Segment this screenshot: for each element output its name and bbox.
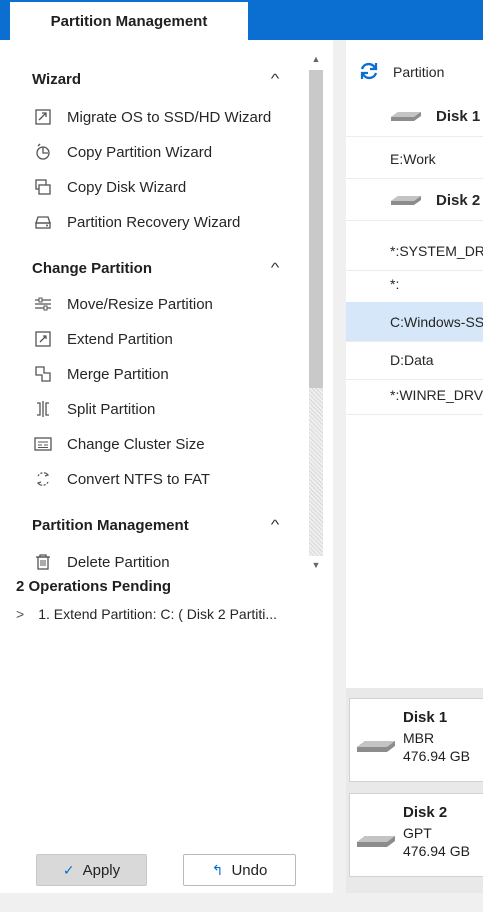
row-label: C:Windows-SSD	[390, 313, 483, 330]
panel-divider[interactable]	[333, 40, 346, 912]
sidebar-item-split[interactable]: Split Partition	[32, 396, 155, 422]
sidebar-item-label: Partition Recovery Wizard	[67, 213, 241, 231]
sidebar-item-label: Delete Partition	[67, 553, 170, 571]
sidebar-item-extend[interactable]: Extend Partition	[32, 326, 173, 352]
collapse-caret-icon[interactable]: ^	[271, 260, 280, 275]
trash-icon	[32, 553, 54, 571]
apply-button[interactable]: ✓ Apply	[36, 854, 147, 886]
section-title-partition-management[interactable]: Partition Management	[32, 517, 189, 534]
table-row[interactable]: E:Work	[346, 139, 483, 179]
copy-disk-icon	[32, 178, 54, 196]
sidebar-item-merge[interactable]: Merge Partition	[32, 361, 169, 387]
undo-icon: ↰	[211, 861, 224, 878]
sidebar-item-label: Change Cluster Size	[67, 435, 205, 453]
split-icon	[32, 400, 54, 418]
sidebar-item-delete-partition[interactable]: Delete Partition	[32, 549, 170, 575]
cluster-size-icon	[32, 435, 54, 453]
sidebar-item-move-resize[interactable]: Move/Resize Partition	[32, 291, 213, 317]
disk-map-card-disk-2[interactable]: Disk 2 GPT 476.94 GB	[349, 793, 483, 877]
row-label: E:Work	[390, 150, 436, 167]
disk-map-card-disk-1[interactable]: Disk 1 MBR 476.94 GB	[349, 698, 483, 782]
section-title-wizard[interactable]: Wizard	[32, 71, 81, 88]
scroll-thumb[interactable]	[309, 70, 323, 388]
column-header-partition[interactable]: Partition	[393, 64, 444, 80]
disk-icon	[390, 193, 422, 209]
table-row[interactable]: D:Data	[346, 340, 483, 380]
disk-icon	[390, 109, 422, 125]
table-row[interactable]: *:WINRE_DRV	[346, 375, 483, 415]
sidebar-scrollbar[interactable]: ▲ ▼	[306, 50, 326, 575]
row-label: Disk 1	[436, 108, 481, 125]
collapse-caret-icon[interactable]: ^	[271, 71, 280, 86]
tab-partition-management[interactable]: Partition Management	[10, 2, 248, 40]
move-resize-icon	[32, 295, 54, 313]
chevron-right-icon[interactable]: >	[16, 606, 24, 622]
status-strip	[0, 893, 483, 912]
disk-size: 476.94 GB	[403, 843, 470, 859]
disk-type: GPT	[403, 825, 432, 841]
pending-operation-label: 1. Extend Partition: C: ( Disk 2 Partiti…	[38, 606, 278, 622]
table-row-disk-2[interactable]: Disk 2	[346, 181, 483, 221]
sidebar-item-label: Migrate OS to SSD/HD Wizard	[67, 108, 272, 126]
sidebar-item-copy-disk[interactable]: Copy Disk Wizard	[32, 174, 186, 200]
sidebar-item-migrate-os[interactable]: Migrate OS to SSD/HD Wizard	[32, 104, 271, 130]
partition-recovery-icon	[32, 213, 54, 231]
disk-icon	[356, 739, 396, 756]
disk-name: Disk 2	[403, 804, 448, 821]
copy-partition-icon	[32, 143, 54, 161]
sidebar-item-label: Split Partition	[67, 400, 156, 418]
sidebar-item-label: Move/Resize Partition	[67, 295, 213, 313]
migrate-icon	[32, 108, 54, 126]
sidebar-item-label: Merge Partition	[67, 365, 169, 383]
refresh-icon[interactable]	[358, 60, 380, 82]
pending-operation-item[interactable]: > 1. Extend Partition: C: ( Disk 2 Parti…	[16, 606, 277, 622]
sidebar-item-convert-ntfs-fat[interactable]: Convert NTFS to FAT	[32, 466, 210, 492]
sidebar-item-copy-partition[interactable]: Copy Partition Wizard	[32, 139, 212, 165]
sidebar-item-cluster-size[interactable]: Change Cluster Size	[32, 431, 205, 457]
check-icon: ✓	[62, 861, 75, 878]
scroll-down-icon[interactable]: ▼	[306, 560, 326, 570]
disk-name: Disk 1	[403, 709, 448, 726]
row-label: *:SYSTEM_DRV	[390, 242, 483, 259]
pending-operations-title: 2 Operations Pending	[16, 578, 172, 595]
sidebar-item-partition-recovery[interactable]: Partition Recovery Wizard	[32, 209, 240, 235]
merge-icon	[32, 365, 54, 383]
sidebar-item-label: Copy Partition Wizard	[67, 143, 213, 161]
table-row[interactable]: *:	[346, 264, 483, 304]
disk-size: 476.94 GB	[403, 748, 470, 764]
row-label: Disk 2	[436, 192, 481, 209]
convert-icon	[32, 470, 54, 488]
scroll-up-icon[interactable]: ▲	[306, 54, 326, 64]
row-label: D:Data	[390, 351, 434, 368]
disk-icon	[356, 834, 396, 851]
table-row-disk-1[interactable]: Disk 1	[346, 97, 483, 137]
section-title-change-partition[interactable]: Change Partition	[32, 260, 152, 277]
row-label: *:	[390, 275, 400, 292]
table-row-selected[interactable]: C:Windows-SSD	[346, 302, 483, 342]
sidebar-item-label: Convert NTFS to FAT	[67, 470, 211, 488]
collapse-caret-icon[interactable]: ^	[271, 517, 280, 532]
sidebar-item-label: Extend Partition	[67, 330, 173, 348]
sidebar-item-label: Copy Disk Wizard	[67, 178, 187, 196]
apply-label: Apply	[82, 861, 121, 879]
disk-type: MBR	[403, 730, 435, 746]
undo-button[interactable]: ↰ Undo	[183, 854, 296, 886]
extend-icon	[32, 330, 54, 348]
row-label: *:WINRE_DRV	[390, 386, 483, 403]
undo-label: Undo	[231, 861, 268, 879]
